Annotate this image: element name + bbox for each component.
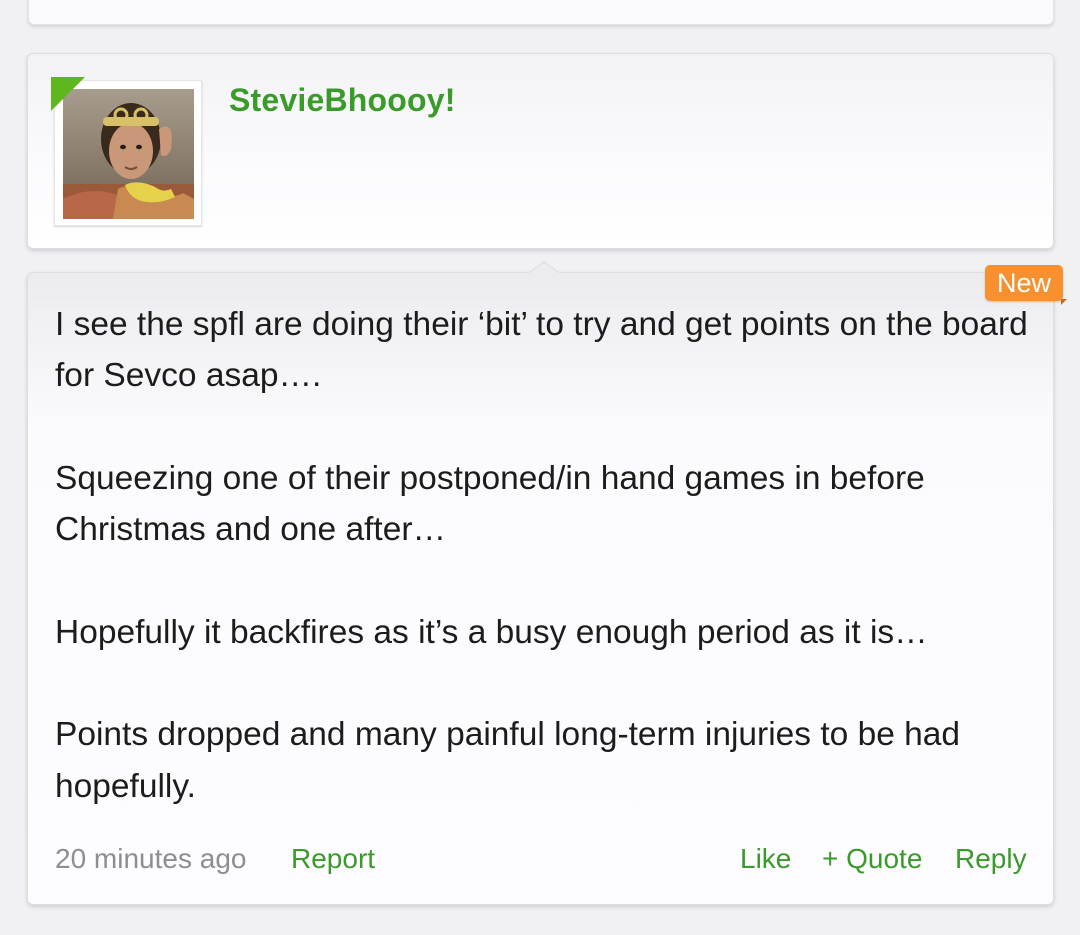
like-button[interactable]: Like — [740, 841, 791, 877]
post-footer: 20 minutes ago Report Like + Quote Reply — [55, 841, 1028, 877]
author-username[interactable]: StevieBhoooy! — [229, 82, 456, 119]
post-card: New I see the spfl are doing their ‘bit’… — [27, 261, 1068, 905]
report-link[interactable]: Report — [291, 841, 375, 877]
post-paragraph: Points dropped and many painful long-ter… — [55, 716, 961, 805]
post-paragraph: Hopefully it backfires as it’s a busy en… — [55, 613, 928, 651]
new-badge: New — [985, 265, 1068, 305]
avatar[interactable] — [51, 77, 202, 226]
new-badge-label: New — [997, 268, 1052, 298]
quote-button[interactable]: + Quote — [822, 841, 922, 877]
post-pointer-inner — [528, 263, 560, 274]
author-card: StevieBhoooy! — [27, 53, 1054, 249]
post-paragraph: Squeezing one of their postponed/in hand… — [55, 459, 925, 549]
post-timestamp[interactable]: 20 minutes ago — [55, 841, 246, 877]
online-badge-icon — [51, 77, 85, 111]
post-body: I see the spfl are doing their ‘bit’ to … — [55, 299, 1030, 812]
previous-post-card — [28, 0, 1054, 25]
reply-button[interactable]: Reply — [955, 841, 1027, 877]
post-paragraph: I see the spfl are doing their ‘bit’ to … — [55, 306, 1028, 395]
new-badge-fold — [1061, 299, 1068, 305]
